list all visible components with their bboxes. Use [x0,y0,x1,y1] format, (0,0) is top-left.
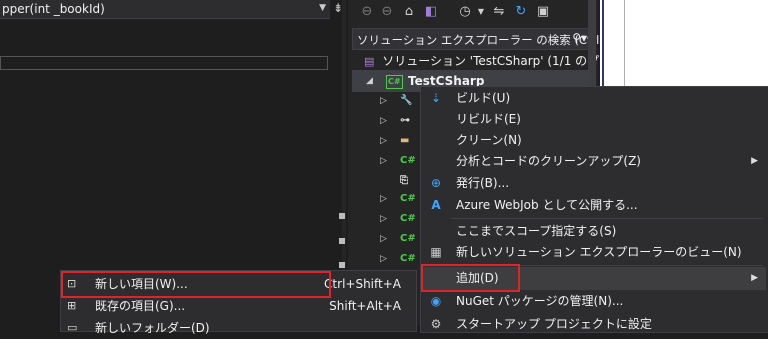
menu-item-label: 分析とコードのクリーンアップ(Z) [456,154,641,168]
menu-item-rebuild[interactable]: リビルド(E) [421,108,766,131]
cs-file-icon: C# [400,155,416,166]
submenu-item-new-folder[interactable]: ▭ 新しいフォルダー(D) [61,317,411,339]
sync-icon[interactable]: ⇋ [490,3,508,21]
wrench-icon: 🔧 [400,95,413,106]
menu-item-label: Azure WebJob として公開する... [456,198,638,212]
menu-item-new-view[interactable]: ▦ 新しいソリューション エクスプローラーのビュー(N) [421,241,766,264]
expand-arrow-icon[interactable]: ▷ [380,110,387,132]
tree-item[interactable]: ▷ ▬ [380,130,420,152]
csharp-project-icon: C# [386,75,403,89]
folder-icon: ▬ [400,135,410,146]
submenu-arrow-icon: ▶ [751,273,758,283]
scroll-marker [339,213,345,219]
solution-explorer-toolbar: ⊖ ⊖ ⌂ ◧ ◷ ▼ ⇋ ↻ ▣ [352,0,592,24]
vs-icon[interactable]: ◧ [422,3,440,21]
cs-file-icon: C# [400,213,416,224]
chevron-down-icon[interactable]: ▼ [319,3,326,13]
cs-file-icon: C# [400,233,416,244]
menu-item-clean[interactable]: クリーン(N) [421,129,766,152]
new-view-icon: ▦ [430,245,442,259]
menu-item-azure-webjob[interactable]: A Azure WebJob として公開する... [421,194,766,217]
tree-item[interactable]: ▷ C# [380,150,420,172]
expand-arrow-icon[interactable]: ▷ [380,130,387,152]
expand-arrow-icon[interactable]: ▷ [380,150,387,172]
back-icon[interactable]: ⊖ [358,3,376,21]
expand-arrow-icon[interactable]: ◢ [366,70,373,92]
cs-file-icon: C# [400,193,416,204]
menu-item-nuget[interactable]: ◉ NuGet パッケージの管理(N)... [421,290,766,313]
menu-item-label: 発行(B)... [456,176,510,190]
project-context-menu: ⇣ ビルド(U) リビルド(E) クリーン(N) 分析とコードのクリーンアップ(… [420,86,768,333]
cs-file-icon: C# [400,253,416,264]
shortcut-label: Shift+Alt+A [329,299,401,313]
menu-item-label: NuGet パッケージの管理(N)... [456,294,624,308]
globe-icon: ⊕ [430,176,442,190]
menu-item-label: リビルド(E) [456,112,521,126]
search-icon[interactable]: ⚲▾ [572,31,587,45]
forward-icon[interactable]: ⊖ [378,3,396,21]
member-dropdown[interactable]: pper(int _bookId) ▼ [0,0,330,19]
menu-item-build[interactable]: ⇣ ビルド(U) [421,87,766,110]
add-submenu: ⊡ 新しい項目(W)... Ctrl+Shift+A ⊞ 既存の項目(G)...… [60,270,417,335]
scroll-marker [339,238,345,244]
menu-item-analyze[interactable]: 分析とコードのクリーンアップ(Z) ▶ [421,150,766,173]
submenu-item-label: 既存の項目(G)... [95,299,186,313]
collapse-icon[interactable]: ▣ [534,3,552,21]
menu-item-label: クリーン(N) [456,133,522,147]
submenu-arrow-icon: ▶ [751,156,758,166]
menu-item-publish[interactable]: ⊕ 発行(B)... [421,172,766,195]
refresh-icon[interactable]: ↻ [512,3,530,21]
existing-item-icon: ⊞ [67,299,77,312]
nuget-icon: ◉ [430,294,442,308]
scroll-marker [339,262,345,268]
expand-arrow-icon[interactable]: ▷ [380,90,387,112]
expand-arrow-icon[interactable]: ▷ [380,208,387,230]
highlight-box-add [421,264,520,292]
menu-separator [451,218,763,219]
azure-icon: A [431,198,441,212]
highlight-box-new-item [61,271,331,298]
shortcut-label: Ctrl+Shift+A [324,277,401,291]
chevron-down-icon[interactable]: ▼ [472,3,490,21]
submenu-item-label: 新しいフォルダー(D) [95,321,210,335]
solution-search-box[interactable]: ソリューション エクスプローラー の検索 (Ctrl+; ⚲▾ [352,28,613,50]
tree-item[interactable]: ▷ C# [380,208,420,230]
expand-arrow-icon[interactable]: ▷ [380,188,387,210]
tree-item[interactable]: ▷ 🔧 [380,90,420,112]
expand-arrow-icon[interactable]: ▷ [380,228,387,250]
tree-item[interactable]: ▷ C# [380,248,420,270]
menu-item-label: ビルド(U) [456,91,511,105]
solution-icon: ▤ [364,55,375,68]
solution-node[interactable]: ▤ ソリューション 'TestCSharp' (1/1 のプロジ [364,50,623,72]
menu-item-label: ここまでスコープ指定する(S) [456,224,617,238]
expand-arrow-icon[interactable]: ▷ [380,248,387,270]
submenu-item-existing-item[interactable]: ⊞ 既存の項目(G)... Shift+Alt+A [61,295,411,317]
tree-item[interactable]: ▷ ⊶ [380,110,420,132]
member-signature: pper(int _bookId) [2,2,105,16]
tree-item[interactable]: ▷ C# [380,228,420,250]
editor-text-field[interactable] [0,56,328,70]
menu-item-scope[interactable]: ここまでスコープ指定する(S) [421,220,766,243]
new-folder-icon: ▭ [67,321,78,334]
home-icon[interactable]: ⌂ [400,3,418,21]
menu-item-label: 新しいソリューション エクスプローラーのビュー(N) [456,245,742,259]
references-icon: ⊶ [400,115,410,126]
build-icon: ⇣ [430,91,442,105]
tree-item[interactable]: ▷ C# [380,188,420,210]
